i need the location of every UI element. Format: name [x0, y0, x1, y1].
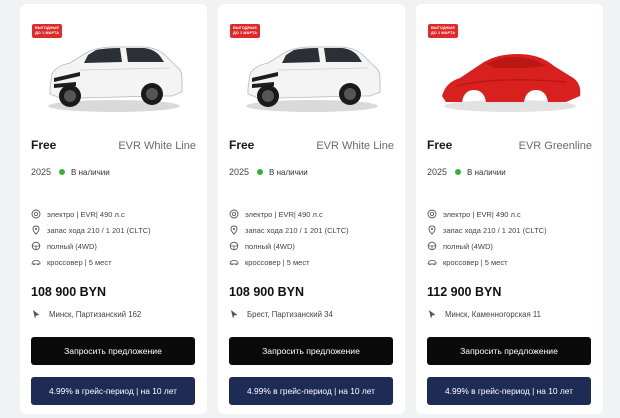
spec-list: электро | EVR| 490 л.с запас хода 210 / …: [427, 206, 595, 270]
product-card[interactable]: ВЫГОДНЫЕ ДО 1 МАРТА Free EVR White Line …: [20, 4, 207, 414]
price: 108 900 BYN: [229, 285, 305, 299]
car-body-icon: [229, 257, 239, 267]
drive-icon: [229, 241, 239, 251]
request-offer-button[interactable]: Запросить предложение: [229, 337, 393, 365]
request-offer-button[interactable]: Запросить предложение: [31, 337, 195, 365]
spec-item: кроссовер | 5 мест: [427, 254, 595, 270]
title-row: Free EVR Greenline: [427, 138, 592, 152]
grace-period-button[interactable]: 4.99% в грейс-период | на 10 лет: [31, 377, 195, 405]
drive-icon: [31, 241, 41, 251]
grace-period-button[interactable]: 4.99% в грейс-период | на 10 лет: [229, 377, 393, 405]
availability-row: 2025 В наличии: [427, 167, 506, 177]
request-offer-button[interactable]: Запросить предложение: [427, 337, 591, 365]
model-year: 2025: [427, 167, 448, 177]
model-name: EVR White Line: [316, 140, 394, 152]
model-year: 2025: [31, 167, 52, 177]
car-photo-area[interactable]: ВЫГОДНЫЕ ДО 1 МАРТА: [218, 4, 405, 124]
product-card[interactable]: ВЫГОДНЫЕ ДО 1 МАРТА Free EVR Greenline 2…: [416, 4, 603, 414]
car-body-icon: [31, 257, 41, 267]
spec-text: полный (4WD): [245, 241, 295, 251]
spec-item: полный (4WD): [427, 238, 595, 254]
spec-item: полный (4WD): [229, 238, 397, 254]
location-text: Минск, Каменногорская 11: [445, 309, 541, 319]
spec-item: запас хода 210 / 1 201 (CLTC): [427, 222, 595, 238]
engine-icon: [427, 209, 437, 219]
spec-text: кроссовер | 5 мест: [47, 257, 112, 267]
brand-name: Free: [229, 138, 255, 152]
product-card[interactable]: ВЫГОДНЫЕ ДО 1 МАРТА Free EVR White Line …: [218, 4, 405, 414]
range-icon: [229, 225, 239, 235]
location-text: Брест, Партизанский 34: [247, 309, 333, 319]
brand-name: Free: [427, 138, 453, 152]
spec-text: запас хода 210 / 1 201 (CLTC): [443, 225, 547, 235]
spec-text: полный (4WD): [47, 241, 97, 251]
available-dot-icon: [257, 169, 264, 175]
spec-text: электро | EVR| 490 л.с: [245, 209, 323, 219]
location-text: Минск, Партизанский 162: [49, 309, 142, 319]
spec-text: электро | EVR| 490 л.с: [443, 209, 521, 219]
white-suv-image[interactable]: [238, 26, 386, 116]
spec-item: электро | EVR| 490 л.с: [427, 206, 595, 222]
spec-text: электро | EVR| 490 л.с: [47, 209, 125, 219]
white-suv-image[interactable]: [40, 26, 188, 116]
model-name: EVR Greenline: [518, 140, 592, 152]
availability-row: 2025 В наличии: [31, 167, 110, 177]
car-body-icon: [427, 257, 437, 267]
spec-text: запас хода 210 / 1 201 (CLTC): [47, 225, 151, 235]
spec-item: полный (4WD): [31, 238, 199, 254]
spec-item: электро | EVR| 490 л.с: [31, 206, 199, 222]
title-row: Free EVR White Line: [31, 138, 196, 152]
range-icon: [31, 225, 41, 235]
availability-status: В наличии: [71, 167, 110, 177]
drive-icon: [427, 241, 437, 251]
car-photo-area[interactable]: ВЫГОДНЫЕ ДО 1 МАРТА: [20, 4, 207, 124]
model-name: EVR White Line: [118, 140, 196, 152]
spec-item: кроссовер | 5 мест: [31, 254, 199, 270]
spec-item: кроссовер | 5 мест: [229, 254, 397, 270]
car-photo-area[interactable]: ВЫГОДНЫЕ ДО 1 МАРТА: [416, 4, 603, 124]
price: 112 900 BYN: [427, 285, 502, 299]
availability-status: В наличии: [269, 167, 308, 177]
dealer-location[interactable]: Минск, Партизанский 162: [31, 309, 141, 319]
grace-period-button[interactable]: 4.99% в грейс-период | на 10 лет: [427, 377, 591, 405]
brand-name: Free: [31, 138, 57, 152]
availability-status: В наличии: [467, 167, 506, 177]
location-arrow-icon: [229, 309, 239, 319]
spec-item: запас хода 210 / 1 201 (CLTC): [229, 222, 397, 238]
available-dot-icon: [59, 169, 66, 175]
location-arrow-icon: [31, 309, 41, 319]
spec-list: электро | EVR| 490 л.с запас хода 210 / …: [31, 206, 199, 270]
availability-row: 2025 В наличии: [229, 167, 308, 177]
spec-text: запас хода 210 / 1 201 (CLTC): [245, 225, 349, 235]
spec-item: электро | EVR| 490 л.с: [229, 206, 397, 222]
spec-text: кроссовер | 5 мест: [245, 257, 310, 267]
spec-item: запас хода 210 / 1 201 (CLTC): [31, 222, 199, 238]
spec-list: электро | EVR| 490 л.с запас хода 210 / …: [229, 206, 397, 270]
model-year: 2025: [229, 167, 250, 177]
engine-icon: [31, 209, 41, 219]
spec-text: полный (4WD): [443, 241, 493, 251]
spec-text: кроссовер | 5 мест: [443, 257, 508, 267]
dealer-location[interactable]: Минск, Каменногорская 11: [427, 309, 541, 319]
dealer-location[interactable]: Брест, Партизанский 34: [229, 309, 333, 319]
available-dot-icon: [455, 169, 462, 175]
price: 108 900 BYN: [31, 285, 107, 299]
range-icon: [427, 225, 437, 235]
covered-car-image[interactable]: [436, 26, 584, 116]
title-row: Free EVR White Line: [229, 138, 394, 152]
location-arrow-icon: [427, 309, 437, 319]
engine-icon: [229, 209, 239, 219]
